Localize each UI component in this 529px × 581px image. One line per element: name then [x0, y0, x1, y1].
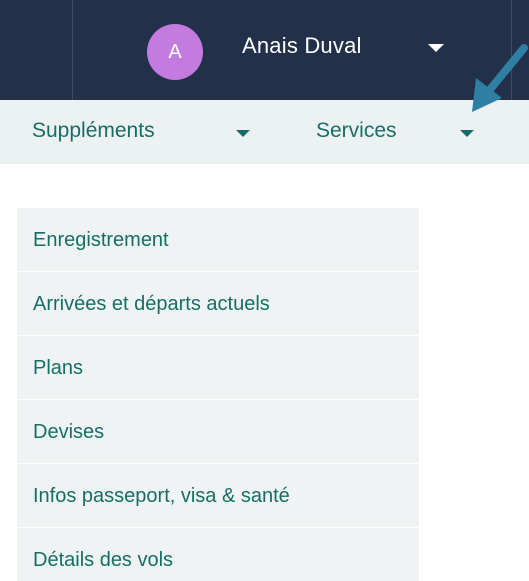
- chevron-down-icon[interactable]: [428, 44, 444, 52]
- nav-services[interactable]: Services: [316, 119, 397, 143]
- menu-item-details-vols[interactable]: Détails des vols: [17, 528, 419, 581]
- secondary-nav: Suppléments Services: [0, 100, 529, 164]
- chevron-down-icon[interactable]: [460, 130, 474, 137]
- menu-item-enregistrement[interactable]: Enregistrement: [17, 208, 419, 272]
- user-name[interactable]: Anais Duval: [242, 33, 362, 59]
- page: A Anais Duval Suppléments Services Enreg…: [0, 0, 529, 581]
- avatar[interactable]: A: [147, 24, 203, 80]
- nav-supplements[interactable]: Suppléments: [32, 119, 155, 143]
- annotation-arrow-icon: [472, 44, 528, 112]
- menu-item-arrivees-departs[interactable]: Arrivées et départs actuels: [17, 272, 419, 336]
- avatar-initial: A: [168, 40, 182, 63]
- menu-item-plans[interactable]: Plans: [17, 336, 419, 400]
- services-dropdown-menu: Enregistrement Arrivées et départs actue…: [17, 208, 419, 581]
- menu-item-infos-passeport[interactable]: Infos passeport, visa & santé: [17, 464, 419, 528]
- header-divider: [72, 0, 73, 100]
- top-header: A Anais Duval: [0, 0, 529, 100]
- chevron-down-icon[interactable]: [236, 130, 250, 137]
- menu-item-devises[interactable]: Devises: [17, 400, 419, 464]
